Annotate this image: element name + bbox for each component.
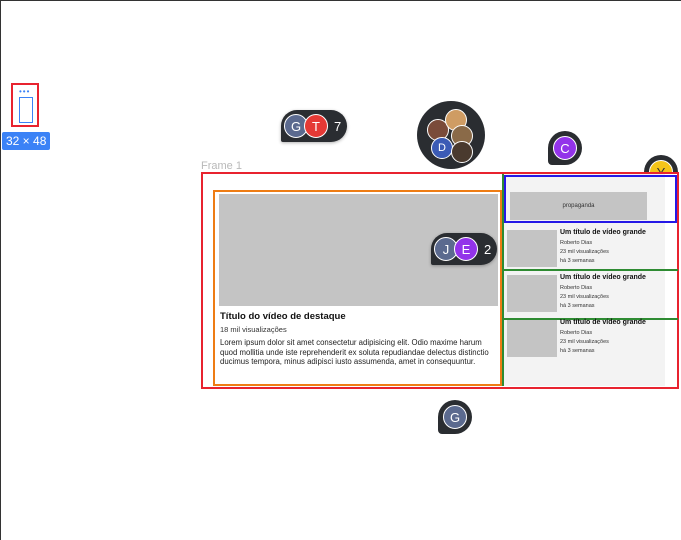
video-author: Roberto Dias [560, 240, 593, 246]
mini-frame-selection[interactable]: ••• [11, 83, 39, 127]
video-separator [504, 269, 678, 271]
frame-label[interactable]: Frame 1 [201, 160, 242, 172]
video-views: 23 mil visualizações [560, 294, 609, 300]
collaborator-cursor-g[interactable]: G [438, 400, 472, 434]
video-date: há 3 semanas [560, 348, 595, 354]
sidebar-video-item[interactable]: Um título de vídeo grande Roberto Dias 2… [504, 272, 678, 316]
ad-box[interactable]: propaganda [504, 175, 677, 223]
video-title: Um título de vídeo grande [560, 319, 646, 326]
avatar: G [443, 405, 467, 429]
collaborator-group-mid[interactable]: J E 2 [431, 233, 498, 265]
featured-views: 18 mil visualizações [220, 325, 287, 334]
video-date: há 3 semanas [560, 258, 595, 264]
featured-video[interactable]: Título do vídeo de destaque 18 mil visua… [213, 190, 502, 386]
collaborator-photo-group[interactable]: D [417, 101, 485, 169]
video-author: Roberto Dias [560, 330, 593, 336]
avatar: T [304, 114, 328, 138]
avatar: E [454, 237, 478, 261]
avatar-photo [451, 141, 473, 163]
frame-handle-icon: ••• [19, 87, 31, 96]
video-thumbnail [507, 275, 557, 312]
ad-label: propaganda [510, 192, 647, 220]
mini-frame-inner [19, 97, 33, 123]
sidebar-video-item[interactable]: Um título de vídeo grande Roberto Dias 2… [504, 227, 678, 271]
video-views: 23 mil visualizações [560, 249, 609, 255]
video-thumbnail [507, 320, 557, 357]
featured-description: Lorem ipsum dolor sit amet consectetur a… [220, 338, 489, 367]
collaborator-count: 7 [334, 118, 342, 134]
collaborator-cursor-c[interactable]: C [548, 131, 582, 165]
sidebar-video-item[interactable]: Um título de vídeo grande Roberto Dias 2… [504, 317, 678, 361]
size-badge: 32 × 48 [2, 132, 51, 150]
video-author: Roberto Dias [560, 285, 593, 291]
video-thumbnail [507, 230, 557, 267]
collaborator-count: 2 [484, 241, 492, 257]
collaborator-group-top[interactable]: G T 7 [281, 110, 348, 142]
avatar: D [431, 137, 453, 159]
avatar: C [553, 136, 577, 160]
video-title: Um título de vídeo grande [560, 229, 646, 236]
video-views: 23 mil visualizações [560, 339, 609, 345]
featured-title: Título do vídeo de destaque [220, 311, 346, 322]
video-title: Um título de vídeo grande [560, 274, 646, 281]
video-date: há 3 semanas [560, 303, 595, 309]
